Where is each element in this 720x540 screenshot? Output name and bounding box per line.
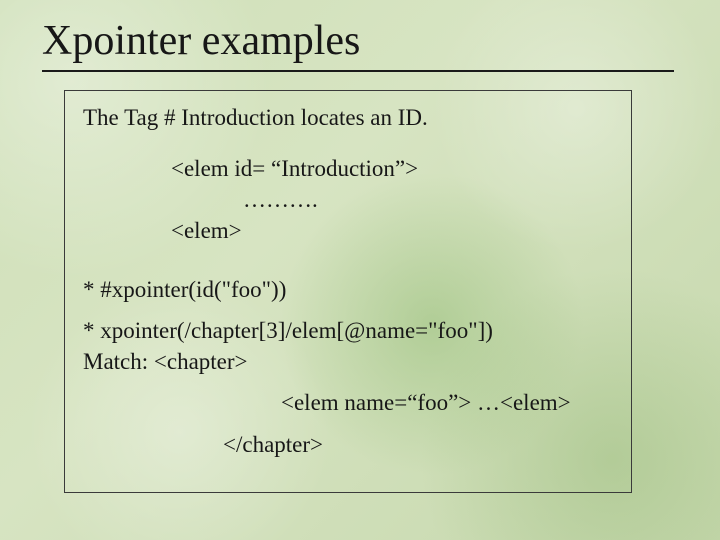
content-box: The Tag # Introduction locates an ID. <e…: [64, 90, 632, 492]
code-line: <elem>: [171, 215, 613, 246]
code-line: ……….: [243, 184, 613, 215]
example-elem-line: <elem name=“foo”> …<elem>: [281, 387, 613, 418]
title-underline: [42, 70, 674, 72]
slide-root: Xpointer examples The Tag # Introduction…: [0, 0, 720, 540]
lead-sentence: The Tag # Introduction locates an ID.: [83, 105, 613, 131]
code-line: <elem id= “Introduction”>: [171, 153, 613, 184]
slide-title: Xpointer examples: [42, 18, 678, 64]
bullet-line: * xpointer(/chapter[3]/elem[@name="foo"]…: [83, 318, 493, 343]
bullet-item: * #xpointer(id("foo")): [83, 274, 613, 305]
elem-code-block: <elem id= “Introduction”> ………. <elem>: [83, 153, 613, 246]
bullet-item: * xpointer(/chapter[3]/elem[@name="foo"]…: [83, 315, 613, 377]
bullet-line: Match: <chapter>: [83, 349, 248, 374]
closing-chapter-line: </chapter>: [223, 429, 613, 460]
